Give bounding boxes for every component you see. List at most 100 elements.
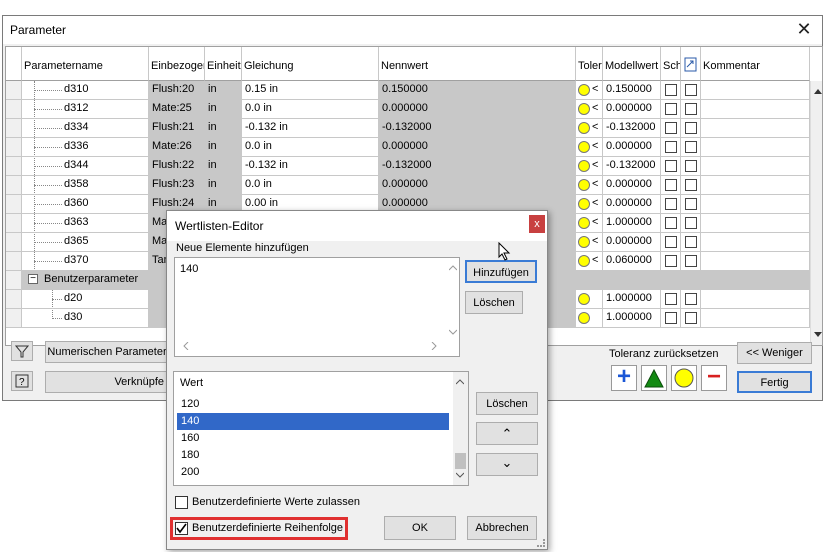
- col-header-schluessel[interactable]: Sch: [661, 47, 681, 81]
- key-checkbox[interactable]: [665, 122, 677, 134]
- row-header[interactable]: [6, 214, 22, 233]
- value-list-item[interactable]: 180: [177, 447, 449, 464]
- scroll-up-icon[interactable]: [814, 85, 822, 97]
- export-checkbox[interactable]: [685, 293, 697, 305]
- param-nenn-cell[interactable]: -0.132000: [379, 157, 576, 176]
- key-checkbox[interactable]: [665, 293, 677, 305]
- param-gl-cell[interactable]: 0.0 in: [242, 138, 379, 157]
- key-checkbox[interactable]: [665, 198, 677, 210]
- close-icon[interactable]: ✕: [794, 19, 814, 39]
- export-checkbox[interactable]: [685, 236, 697, 248]
- tolerance-lower-button[interactable]: −: [701, 363, 727, 391]
- row-header[interactable]: [6, 81, 22, 100]
- done-button[interactable]: Fertig: [737, 371, 812, 393]
- value-list-item[interactable]: 140: [177, 413, 449, 430]
- textarea-scroll-left-icon[interactable]: [183, 341, 189, 353]
- list-scroll-up-icon[interactable]: [455, 376, 465, 388]
- key-checkbox[interactable]: [665, 255, 677, 267]
- export-checkbox[interactable]: [685, 84, 697, 96]
- cancel-button[interactable]: Abbrechen: [467, 516, 537, 540]
- param-nenn-cell[interactable]: 0.000000: [379, 100, 576, 119]
- param-einb-cell[interactable]: Mate:26: [149, 138, 205, 157]
- row-header[interactable]: [6, 271, 22, 290]
- tolerance-cell[interactable]: <: [576, 81, 603, 100]
- tolerance-cell[interactable]: <: [576, 119, 603, 138]
- export-checkbox[interactable]: [685, 141, 697, 153]
- param-name-cell[interactable]: d30: [22, 309, 149, 328]
- numeric-parameter-button[interactable]: Numerischen Parameter: [45, 341, 169, 363]
- tolerance-nominal-button[interactable]: [671, 365, 697, 391]
- row-header[interactable]: [6, 157, 22, 176]
- textarea-scroll-down-icon[interactable]: [448, 326, 458, 338]
- tolerance-cell[interactable]: <: [576, 157, 603, 176]
- tolerance-upper-button[interactable]: +: [611, 363, 637, 391]
- scroll-down-icon[interactable]: [814, 329, 822, 341]
- key-checkbox[interactable]: [665, 103, 677, 115]
- param-einb-cell[interactable]: Flush:22: [149, 157, 205, 176]
- row-header[interactable]: [6, 290, 22, 309]
- tolerance-cell[interactable]: <: [576, 252, 603, 271]
- param-gl-cell[interactable]: -0.132 in: [242, 119, 379, 138]
- value-list-item[interactable]: 160: [177, 430, 449, 447]
- comment-cell[interactable]: [701, 119, 810, 138]
- table-row[interactable]: d358 Flush:23 in 0.0 in 0.000000 <0.000000: [6, 176, 810, 195]
- collapse-toggle-icon[interactable]: −: [28, 274, 38, 284]
- param-nenn-cell[interactable]: 0.150000: [379, 81, 576, 100]
- table-row[interactable]: d310 Flush:20 in 0.15 in 0.150000 <0.150000: [6, 81, 810, 100]
- filter-icon[interactable]: [11, 341, 33, 361]
- list-scroll-thumb[interactable]: [455, 453, 466, 469]
- row-header[interactable]: [6, 309, 22, 328]
- vertical-scrollbar[interactable]: [810, 81, 822, 345]
- table-row[interactable]: d312 Mate:25 in 0.0 in 0.000000 <0.000000: [6, 100, 810, 119]
- comment-cell[interactable]: [701, 195, 810, 214]
- row-header[interactable]: [6, 119, 22, 138]
- col-header-toleranz[interactable]: Toler: [576, 47, 603, 81]
- table-row[interactable]: d344 Flush:22 in -0.132 in -0.132000 < -0.1320…: [6, 157, 810, 176]
- comment-cell[interactable]: [701, 81, 810, 100]
- table-row[interactable]: d336 Mate:26 in 0.0 in 0.000000 <0.000000: [6, 138, 810, 157]
- export-icon[interactable]: [681, 47, 701, 81]
- table-row[interactable]: d334 Flush:21 in -0.132 in -0.132000 < -0.1320…: [6, 119, 810, 138]
- col-header-gleichung[interactable]: Gleichung: [242, 47, 379, 81]
- col-header-nennwert[interactable]: Nennwert: [379, 47, 576, 81]
- param-einb-cell[interactable]: Mate:25: [149, 100, 205, 119]
- list-scroll-down-icon[interactable]: [455, 469, 465, 481]
- export-checkbox[interactable]: [685, 217, 697, 229]
- resize-grip-icon[interactable]: [537, 539, 545, 547]
- export-checkbox[interactable]: [685, 122, 697, 134]
- row-header[interactable]: [6, 138, 22, 157]
- key-checkbox[interactable]: [665, 179, 677, 191]
- param-unit-cell[interactable]: in: [205, 157, 242, 176]
- tolerance-cell[interactable]: <: [576, 138, 603, 157]
- tolerance-cell[interactable]: <: [576, 233, 603, 252]
- col-header-parametername[interactable]: Parametername: [22, 47, 149, 81]
- less-button[interactable]: << Weniger: [737, 342, 812, 364]
- textarea-scroll-up-icon[interactable]: [448, 262, 458, 274]
- col-header-modellwert[interactable]: Modellwert: [603, 47, 661, 81]
- key-checkbox[interactable]: [665, 84, 677, 96]
- key-checkbox[interactable]: [665, 160, 677, 172]
- row-header[interactable]: [6, 233, 22, 252]
- value-list-item[interactable]: 200: [177, 464, 449, 481]
- param-einb-cell[interactable]: Flush:23: [149, 176, 205, 195]
- tolerance-cell[interactable]: <: [576, 195, 603, 214]
- comment-cell[interactable]: [701, 176, 810, 195]
- export-checkbox[interactable]: [685, 103, 697, 115]
- comment-cell[interactable]: [701, 214, 810, 233]
- export-checkbox[interactable]: [685, 179, 697, 191]
- param-nenn-cell[interactable]: -0.132000: [379, 119, 576, 138]
- param-gl-cell[interactable]: 0.0 in: [242, 100, 379, 119]
- col-header-kommentar[interactable]: Kommentar: [701, 47, 810, 81]
- value-list-scrollbar[interactable]: [453, 372, 468, 485]
- move-up-button[interactable]: ⌃: [476, 422, 538, 445]
- param-nenn-cell[interactable]: 0.000000: [379, 138, 576, 157]
- export-checkbox[interactable]: [685, 255, 697, 267]
- param-unit-cell[interactable]: in: [205, 81, 242, 100]
- textarea-scroll-right-icon[interactable]: [431, 341, 437, 353]
- row-header[interactable]: [6, 195, 22, 214]
- key-checkbox[interactable]: [665, 236, 677, 248]
- comment-cell[interactable]: [701, 309, 810, 328]
- param-gl-cell[interactable]: -0.132 in: [242, 157, 379, 176]
- comment-cell[interactable]: [701, 233, 810, 252]
- move-down-button[interactable]: ⌄: [476, 453, 538, 476]
